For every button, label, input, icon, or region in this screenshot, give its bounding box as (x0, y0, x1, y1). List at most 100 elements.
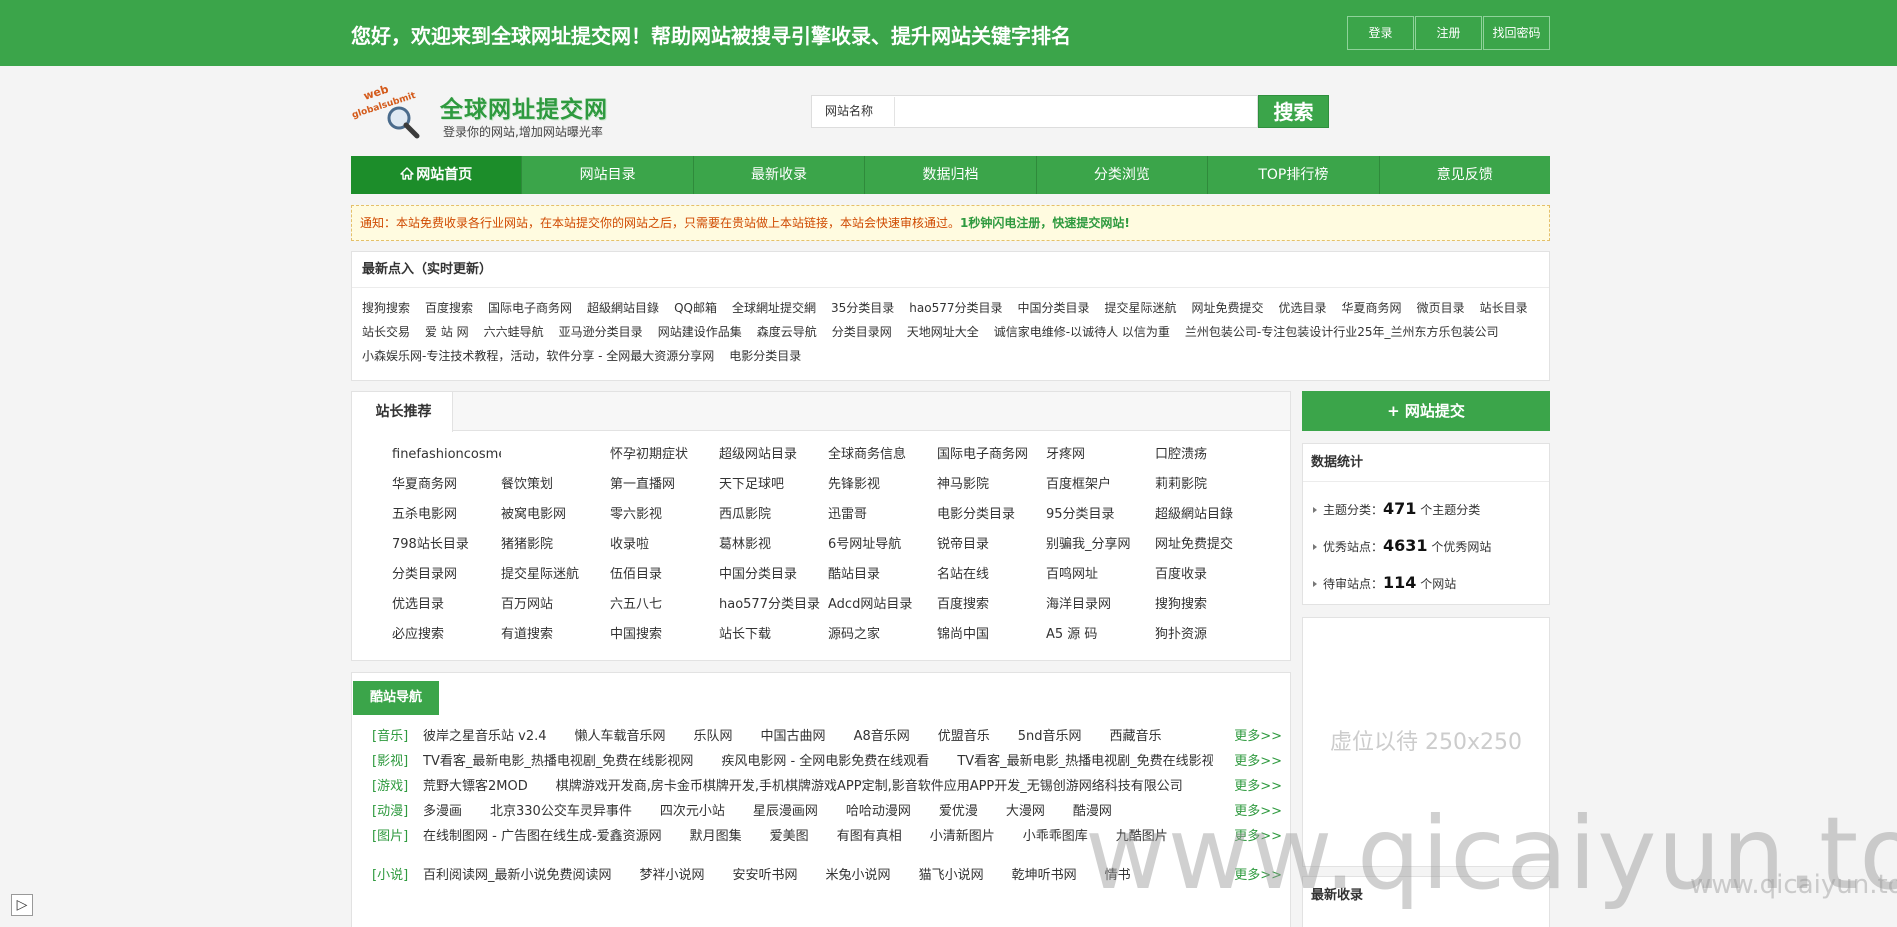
latest-link[interactable]: 网址免费提交 (1192, 301, 1264, 315)
latest-link[interactable]: 爱 站 网 (425, 325, 469, 339)
cool-site-link[interactable]: 乾坤听书网 (1012, 868, 1077, 883)
cool-site-link[interactable]: 乐队网 (694, 729, 733, 744)
cool-site-link[interactable]: 在线制图网 - 广告图在线生成-爱鑫资源网 (423, 829, 662, 844)
recommend-link[interactable]: 天下足球吧 (719, 474, 828, 504)
cool-site-link[interactable]: 四次元小站 (660, 804, 725, 819)
cool-site-link[interactable]: 西藏音乐 (1110, 729, 1162, 744)
recommend-link[interactable]: 百鸣网址 (1046, 564, 1155, 594)
latest-link[interactable]: 超級網站目錄 (587, 301, 659, 315)
cool-site-link[interactable]: A8音乐网 (854, 729, 910, 744)
recommend-link[interactable]: 名站在线 (937, 564, 1046, 594)
latest-link[interactable]: 站长目录 (1480, 301, 1528, 315)
cool-site-link[interactable]: 小乖乖图库 (1023, 829, 1088, 844)
cool-site-link[interactable]: 有图有真相 (837, 829, 902, 844)
nav-item-feedback[interactable]: 意见反馈 (1380, 156, 1550, 194)
recommend-link[interactable]: 电影分类目录 (937, 504, 1046, 534)
recommend-link[interactable]: 源码之家 (828, 624, 937, 654)
recommend-link[interactable]: 被窝电影网 (501, 504, 610, 534)
latest-link[interactable]: 提交星际迷航 (1105, 301, 1177, 315)
recommend-link[interactable]: 伍佰目录 (610, 564, 719, 594)
latest-link[interactable]: 优选目录 (1279, 301, 1327, 315)
recommend-link[interactable]: Adcd网站目录 (828, 594, 937, 624)
search-type-select[interactable]: 网站名称 (813, 97, 895, 126)
cool-category-link[interactable]: [音乐] (372, 725, 422, 744)
recommend-link[interactable]: 华夏商务网 (392, 474, 501, 504)
latest-link[interactable]: QQ邮箱 (674, 301, 717, 315)
nav-item-latest[interactable]: 最新收录 (694, 156, 866, 194)
latest-link[interactable]: 中国分类目录 (1017, 301, 1089, 315)
recommend-link[interactable]: 超級網站目錄 (1155, 504, 1264, 534)
cool-site-link[interactable]: 棋牌游戏开发商,房卡金币棋牌开发,手机棋牌游戏APP定制,影音软件应用APP开发… (556, 779, 1183, 794)
recommend-link[interactable]: 神马影院 (937, 474, 1046, 504)
recommend-link[interactable]: finefashioncosme58分类目录 (392, 444, 501, 474)
latest-link[interactable]: 站长交易 (362, 325, 410, 339)
latest-link[interactable]: hao577分类目录 (909, 301, 1002, 315)
recommend-link[interactable]: 葛林影视 (719, 534, 828, 564)
recommend-link[interactable]: 牙疼网 (1046, 444, 1155, 474)
cool-site-link[interactable]: 百利阅读网_最新小说免费阅读网 (423, 868, 612, 883)
recommend-link[interactable]: 锦尚中国 (937, 624, 1046, 654)
cool-site-link[interactable]: 懒人车载音乐网 (575, 729, 666, 744)
cool-category-link[interactable]: [动漫] (372, 800, 422, 819)
recommend-link[interactable]: 锐帝目录 (937, 534, 1046, 564)
cool-category-link[interactable]: [图片] (372, 825, 422, 844)
cool-site-link[interactable]: 5nd音乐网 (1018, 729, 1082, 744)
cool-site-link[interactable]: 爱美图 (770, 829, 809, 844)
recommend-link[interactable]: 先锋影视 (828, 474, 937, 504)
latest-link[interactable]: 亚马逊分类目录 (559, 325, 643, 339)
recommend-link[interactable]: 第一直播网 (610, 474, 719, 504)
cool-site-link[interactable]: 哈哈动漫网 (846, 804, 911, 819)
nav-item-home[interactable]: 网站首页 (351, 156, 523, 194)
latest-link[interactable]: 华夏商务网 (1342, 301, 1402, 315)
cool-site-link[interactable]: TV看客_最新电影_热播电视剧_免费在线影视网 (423, 754, 693, 769)
latest-link[interactable]: 分类目录网 (832, 325, 892, 339)
submit-site-button[interactable]: + 网站提交 (1302, 391, 1550, 431)
nav-item-top[interactable]: TOP排行榜 (1208, 156, 1380, 194)
recommend-link[interactable]: 超级网站目录 (719, 444, 828, 474)
latest-link[interactable]: 全球網址提交網 (732, 301, 816, 315)
latest-link[interactable]: 网站建设作品集 (658, 325, 742, 339)
more-link[interactable]: 更多>> (1234, 725, 1282, 744)
latest-link[interactable]: 兰州包装公司-专注包装设计行业25年_兰州东方乐包装公司 (1185, 325, 1499, 339)
register-button[interactable]: 注册 (1415, 16, 1482, 50)
recommend-link[interactable]: hao577分类目录 (719, 594, 828, 624)
recommend-link[interactable]: 零六影视 (610, 504, 719, 534)
cool-site-link[interactable]: 星辰漫画网 (753, 804, 818, 819)
recommend-link[interactable]: 收录啦 (610, 534, 719, 564)
recommend-link[interactable]: 分类目录网 (392, 564, 501, 594)
recommend-link[interactable]: 百万网站 (501, 594, 610, 624)
more-link[interactable]: 更多>> (1234, 775, 1282, 794)
cool-category-link[interactable]: [游戏] (372, 775, 422, 794)
cool-site-link[interactable]: 爱优漫 (939, 804, 978, 819)
recommend-link[interactable]: 全球商务信息 (828, 444, 937, 474)
recommend-link[interactable]: 海洋目录网 (1046, 594, 1155, 624)
recommend-link[interactable]: 餐饮策划 (501, 474, 610, 504)
recommend-link[interactable]: 百度框架户 (1046, 474, 1155, 504)
recommend-link[interactable]: 百度收录 (1155, 564, 1264, 594)
search-input[interactable] (896, 97, 1256, 126)
cool-site-link[interactable]: 荒野大镖客2MOD (423, 779, 528, 794)
recommend-link[interactable]: 提交星际迷航 (501, 564, 610, 594)
nav-item-archive[interactable]: 数据归档 (865, 156, 1037, 194)
nav-item-categories[interactable]: 分类浏览 (1037, 156, 1209, 194)
notice-register-link[interactable]: 1秒钟闪电注册，快速提交网站! (960, 216, 1130, 230)
recommend-link[interactable]: 西瓜影院 (719, 504, 828, 534)
recommend-link[interactable]: 迅雷哥 (828, 504, 937, 534)
search-button[interactable]: 搜索 (1258, 95, 1329, 128)
recommend-link[interactable]: 百度搜索 (937, 594, 1046, 624)
site-logo[interactable]: web globalsubmit 全球网址提交网 登录你的网站,增加网站曝光率 (351, 78, 611, 144)
cool-category-link[interactable]: [小说] (372, 864, 422, 883)
recommend-link[interactable]: 酷站目录 (828, 564, 937, 594)
latest-link[interactable]: 百度搜索 (425, 301, 473, 315)
cool-site-link[interactable]: 优盟音乐 (938, 729, 990, 744)
recommend-link[interactable]: 798站长目录 (392, 534, 501, 564)
tab-recommend[interactable]: 站长推荐 (352, 392, 453, 432)
cool-site-link[interactable]: 默月图集 (690, 829, 742, 844)
recommend-link[interactable]: 必应搜索 (392, 624, 501, 654)
nav-item-directory[interactable]: 网站目录 (522, 156, 694, 194)
recommend-link[interactable]: 中国搜索 (610, 624, 719, 654)
recommend-link[interactable]: 搜狗搜索 (1155, 594, 1264, 624)
latest-link[interactable]: 国际电子商务网 (488, 301, 572, 315)
latest-link[interactable]: 森度云导航 (757, 325, 817, 339)
recommend-link[interactable]: 莉莉影院 (1155, 474, 1264, 504)
